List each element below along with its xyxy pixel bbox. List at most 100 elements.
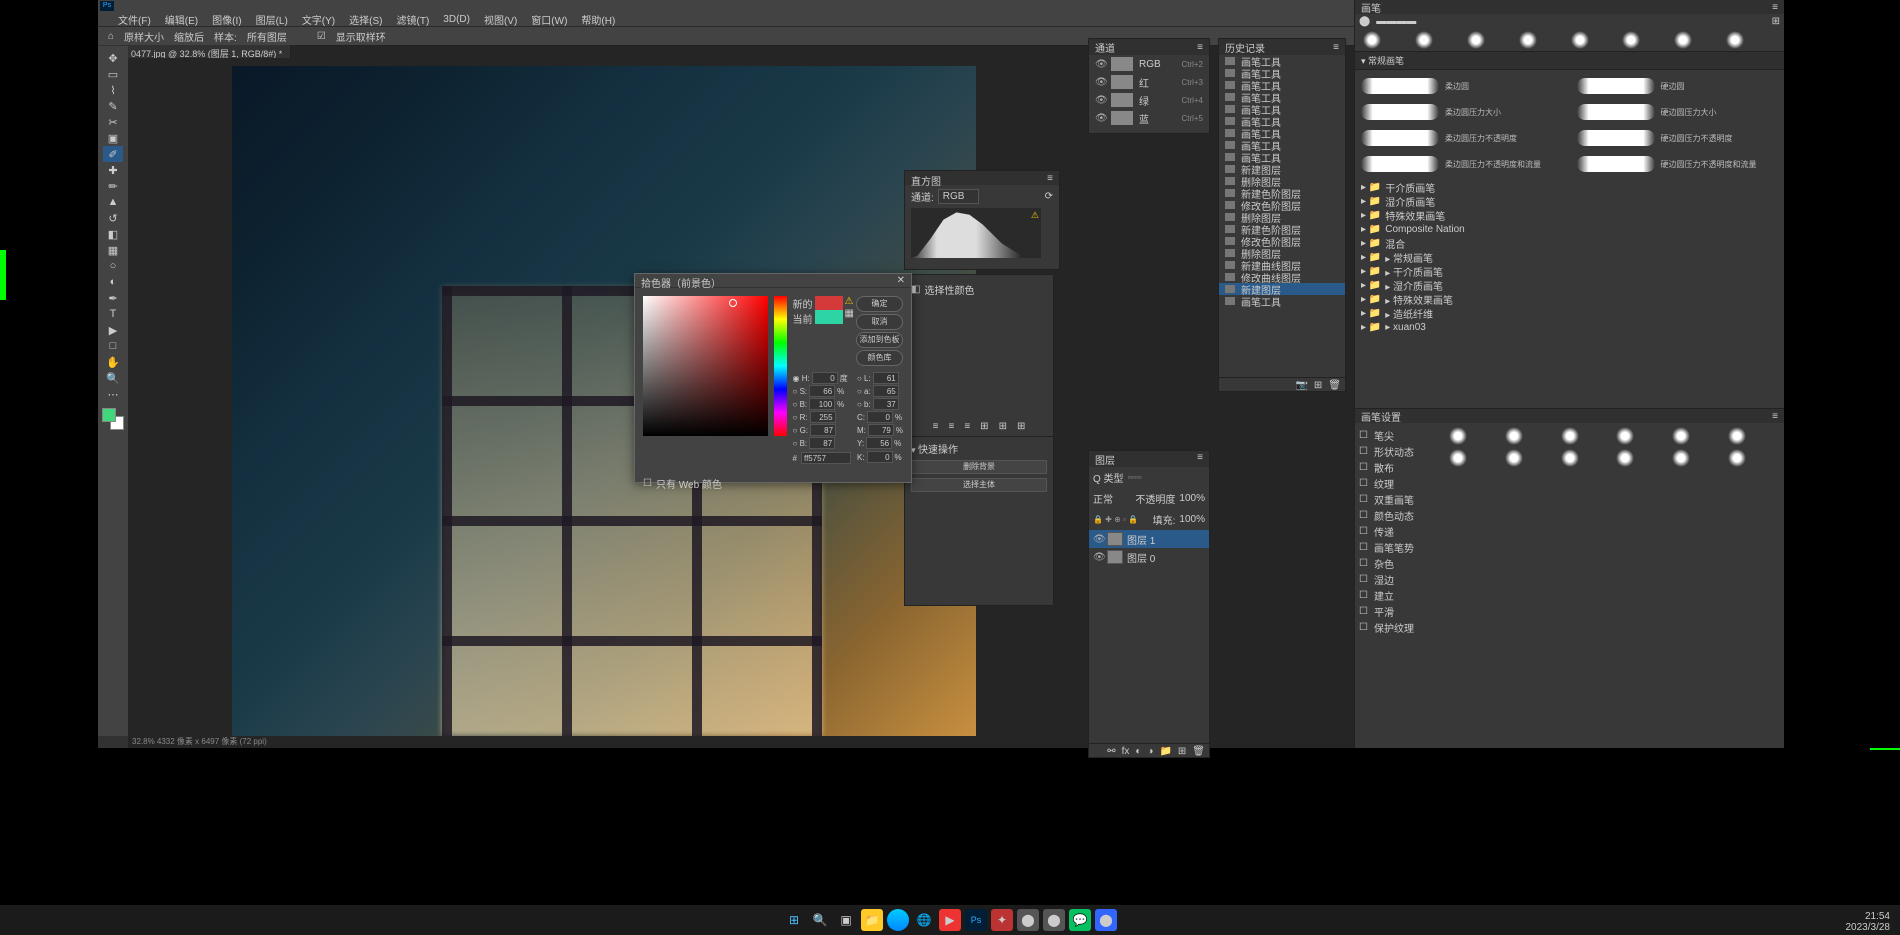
brush-tip[interactable]: [1519, 31, 1537, 49]
channel-row[interactable]: 👁绿Ctrl+4: [1089, 91, 1209, 109]
checkbox[interactable]: ☐: [1359, 574, 1368, 585]
pen-tool[interactable]: ✒: [103, 290, 123, 306]
new-icon[interactable]: ⊞: [1178, 746, 1186, 755]
checkbox[interactable]: ☐: [1359, 558, 1368, 569]
s-input[interactable]: [809, 385, 835, 397]
eraser-tool[interactable]: ◧: [103, 226, 123, 242]
brush-setting-row[interactable]: ☐保护纹理: [1359, 619, 1439, 635]
gamut-warning-icon[interactable]: ⚠: [845, 296, 854, 307]
brush-setting-row[interactable]: ☐纹理: [1359, 475, 1439, 491]
mask-icon[interactable]: ◐: [1135, 746, 1141, 755]
checkbox[interactable]: ☐: [1359, 542, 1368, 553]
channel-row[interactable]: 👁RGBCtrl+2: [1089, 55, 1209, 73]
saturation-value-field[interactable]: [643, 296, 768, 436]
brush-setting-row[interactable]: ☐杂色: [1359, 555, 1439, 571]
history-item[interactable]: 画笔工具: [1219, 139, 1345, 151]
history-item[interactable]: 画笔工具: [1219, 295, 1345, 307]
blend-mode[interactable]: 正常: [1093, 491, 1113, 506]
m-input[interactable]: [868, 424, 894, 436]
menu-edit[interactable]: 编辑(E): [165, 12, 198, 27]
brush-preset[interactable]: 柔边圆压力大小: [1359, 100, 1565, 124]
app-icon[interactable]: ⬤: [1017, 909, 1039, 931]
visibility-icon[interactable]: 👁: [1095, 77, 1105, 88]
layer-name[interactable]: 图层 0: [1127, 550, 1155, 565]
history-brush-tool[interactable]: ↺: [103, 210, 123, 226]
frame-tool[interactable]: ▣: [103, 130, 123, 146]
brush-folder[interactable]: ▸ 📁湿介质画笔: [1355, 194, 1784, 208]
task-view-icon[interactable]: ▣: [835, 909, 857, 931]
brush-setting-row[interactable]: ☐散布: [1359, 459, 1439, 475]
sv-cursor[interactable]: [729, 299, 737, 307]
layer-name[interactable]: 图层 1: [1127, 532, 1155, 547]
brush-tool[interactable]: ✏: [103, 178, 123, 194]
brush-setting-row[interactable]: ☐形状动态: [1359, 443, 1439, 459]
brush-folder[interactable]: ▸ 📁▸ xuan03: [1355, 320, 1784, 334]
app-icon[interactable]: ⬤: [1043, 909, 1065, 931]
color-swatches[interactable]: [102, 408, 124, 430]
b2-input[interactable]: [873, 398, 899, 410]
history-item[interactable]: 画笔工具: [1219, 67, 1345, 79]
layer-thumb[interactable]: [1107, 550, 1123, 564]
brush-setting-row[interactable]: ☐平滑: [1359, 603, 1439, 619]
brush-setting-row[interactable]: ☐颜色动态: [1359, 507, 1439, 523]
history-item[interactable]: 画笔工具: [1219, 91, 1345, 103]
menu-type[interactable]: 文字(Y): [302, 12, 335, 27]
checkbox[interactable]: ☐: [1359, 462, 1368, 473]
dodge-tool[interactable]: ◐: [103, 274, 123, 290]
ok-button[interactable]: 确定: [856, 296, 903, 312]
history-item[interactable]: 新建图层: [1219, 283, 1345, 295]
search-icon[interactable]: 🔍: [809, 909, 831, 931]
move-tool[interactable]: ✥: [103, 50, 123, 66]
remove-bg-button[interactable]: 删除背景: [911, 460, 1047, 474]
brush-tip[interactable]: [1467, 31, 1485, 49]
explorer-icon[interactable]: 📁: [861, 909, 883, 931]
refresh-icon[interactable]: ⟳: [1045, 191, 1053, 202]
color-lib-button[interactable]: 颜色库: [856, 350, 903, 366]
path-select-tool[interactable]: ▶: [103, 322, 123, 338]
link-icon[interactable]: ⚯: [1107, 746, 1115, 755]
add-swatch-button[interactable]: 添加到色板: [856, 332, 903, 348]
warning-icon[interactable]: ⚠: [1031, 210, 1039, 221]
wechat-icon[interactable]: 💬: [1069, 909, 1091, 931]
align-icon[interactable]: ≡: [964, 421, 970, 432]
brush-tip[interactable]: [1674, 31, 1692, 49]
history-item[interactable]: 画笔工具: [1219, 55, 1345, 67]
panel-menu-icon[interactable]: ≡: [1772, 411, 1778, 422]
system-clock[interactable]: 21:542023/3/28: [1846, 911, 1891, 933]
menu-view[interactable]: 视图(V): [484, 12, 517, 27]
fill-value[interactable]: 100%: [1179, 514, 1205, 525]
hist-channel-select[interactable]: RGB: [938, 189, 980, 204]
menu-select[interactable]: 选择(S): [349, 12, 382, 27]
edit-toolbar[interactable]: ⋯: [103, 386, 123, 402]
folder-icon[interactable]: 📁: [1159, 746, 1171, 755]
checkbox[interactable]: ☐: [1359, 430, 1368, 441]
history-item[interactable]: 画笔工具: [1219, 103, 1345, 115]
chrome-icon[interactable]: 🌐: [913, 909, 935, 931]
brush-preset[interactable]: 硬边圆压力不透明度: [1575, 126, 1781, 150]
snapshot-icon[interactable]: 📷: [1295, 380, 1307, 389]
zoom-tool[interactable]: 🔍: [103, 370, 123, 386]
gradient-tool[interactable]: ▦: [103, 242, 123, 258]
lasso-tool[interactable]: ⌇: [103, 82, 123, 98]
type-tool[interactable]: T: [103, 306, 123, 322]
opt-show-ring[interactable]: 显示取样环: [336, 29, 386, 44]
brush-setting-row[interactable]: ☐传递: [1359, 523, 1439, 539]
panel-menu-icon[interactable]: ≡: [1772, 2, 1778, 13]
visibility-icon[interactable]: 👁: [1095, 95, 1105, 106]
channel-row[interactable]: 👁蓝Ctrl+5: [1089, 109, 1209, 127]
brush-folder[interactable]: ▸ 📁▸ 造纸纤维: [1355, 306, 1784, 320]
brush-folder[interactable]: ▸ 📁▸ 湿介质画笔: [1355, 278, 1784, 292]
bb-input[interactable]: [809, 437, 835, 449]
fx-icon[interactable]: fx: [1122, 746, 1130, 755]
brush-folder[interactable]: ▸ 📁特殊效果画笔: [1355, 208, 1784, 222]
photoshop-icon[interactable]: Ps: [965, 909, 987, 931]
app-icon[interactable]: ▶: [939, 909, 961, 931]
brush-preset[interactable]: 硬边圆压力不透明度和流量: [1575, 152, 1781, 176]
eyedropper-tool[interactable]: ✐: [103, 146, 123, 162]
h-input[interactable]: [812, 372, 838, 384]
layer-thumb[interactable]: [1107, 532, 1123, 546]
start-button[interactable]: ⊞: [783, 909, 805, 931]
blur-tool[interactable]: ○: [103, 258, 123, 274]
cancel-button[interactable]: 取消: [856, 314, 903, 330]
app-icon[interactable]: ✦: [991, 909, 1013, 931]
